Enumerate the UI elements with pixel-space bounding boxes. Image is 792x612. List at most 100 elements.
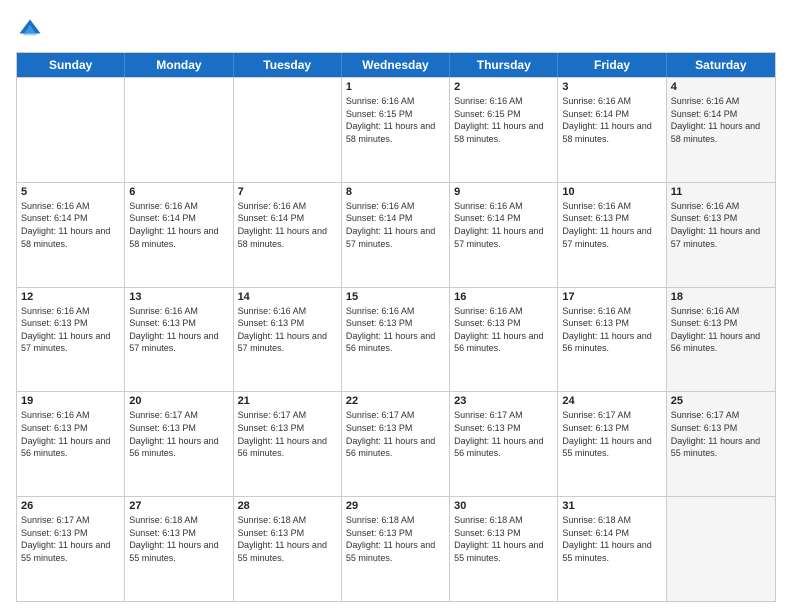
calendar-cell: 20Sunrise: 6:17 AM Sunset: 6:13 PM Dayli… (125, 392, 233, 496)
day-detail: Sunrise: 6:16 AM Sunset: 6:15 PM Dayligh… (346, 95, 445, 145)
calendar-header-cell: Tuesday (234, 53, 342, 77)
day-detail: Sunrise: 6:18 AM Sunset: 6:13 PM Dayligh… (346, 514, 445, 564)
day-detail: Sunrise: 6:16 AM Sunset: 6:14 PM Dayligh… (671, 95, 771, 145)
calendar-cell: 18 Sunrise: 6:16 AM Sunset: 6:13 PM Dayli… (667, 288, 775, 392)
logo (16, 16, 48, 44)
day-number: 4 (671, 81, 771, 93)
day-number: 25 (671, 395, 771, 407)
day-detail: Sunrise: 6:17 AM Sunset: 6:13 PM Dayligh… (238, 409, 337, 459)
calendar-cell (17, 78, 125, 182)
calendar-header-row: SundayMondayTuesdayWednesdayThursdayFrid… (17, 53, 775, 77)
calendar-cell: 22 Sunrise: 6:17 AM Sunset: 6:13 PM Dayli… (342, 392, 450, 496)
calendar-cell: 19Sunrise: 6:16 AM Sunset: 6:13 PM Dayli… (17, 392, 125, 496)
calendar-header-cell: Thursday (450, 53, 558, 77)
day-number: 17 (562, 291, 661, 303)
day-detail: Sunrise: 6:16 AM Sunset: 6:14 PM Dayligh… (21, 200, 120, 250)
calendar-cell: 12 Sunrise: 6:16 AM Sunset: 6:13 PM Dayli… (17, 288, 125, 392)
day-detail: Sunrise: 6:16 AM Sunset: 6:14 PM Dayligh… (129, 200, 228, 250)
calendar-header-cell: Sunday (17, 53, 125, 77)
day-number: 13 (129, 291, 228, 303)
day-number: 7 (238, 186, 337, 198)
calendar-cell: 17 Sunrise: 6:16 AM Sunset: 6:13 PM Dayli… (558, 288, 666, 392)
day-number: 5 (21, 186, 120, 198)
calendar-header-cell: Monday (125, 53, 233, 77)
day-detail: Sunrise: 6:16 AM Sunset: 6:13 PM Dayligh… (671, 305, 771, 355)
day-detail: Sunrise: 6:17 AM Sunset: 6:13 PM Dayligh… (671, 409, 771, 459)
calendar-cell: 10 Sunrise: 6:16 AM Sunset: 6:13 PM Dayli… (558, 183, 666, 287)
day-number: 18 (671, 291, 771, 303)
calendar-row: 1 Sunrise: 6:16 AM Sunset: 6:15 PM Daylig… (17, 77, 775, 182)
day-number: 16 (454, 291, 553, 303)
day-number: 29 (346, 500, 445, 512)
day-detail: Sunrise: 6:16 AM Sunset: 6:13 PM Dayligh… (562, 200, 661, 250)
day-number: 2 (454, 81, 553, 93)
day-detail: Sunrise: 6:16 AM Sunset: 6:14 PM Dayligh… (238, 200, 337, 250)
calendar-cell: 15 Sunrise: 6:16 AM Sunset: 6:13 PM Dayli… (342, 288, 450, 392)
day-number: 27 (129, 500, 228, 512)
calendar-cell (125, 78, 233, 182)
day-number: 22 (346, 395, 445, 407)
calendar-body: 1 Sunrise: 6:16 AM Sunset: 6:15 PM Daylig… (17, 77, 775, 601)
page: SundayMondayTuesdayWednesdayThursdayFrid… (0, 0, 792, 612)
calendar-header-cell: Saturday (667, 53, 775, 77)
calendar-cell: 23 Sunrise: 6:17 AM Sunset: 6:13 PM Dayli… (450, 392, 558, 496)
day-detail: Sunrise: 6:17 AM Sunset: 6:13 PM Dayligh… (562, 409, 661, 459)
calendar-cell: 28 Sunrise: 6:18 AM Sunset: 6:13 PM Dayli… (234, 497, 342, 601)
calendar-header-cell: Wednesday (342, 53, 450, 77)
calendar-cell: 5 Sunrise: 6:16 AM Sunset: 6:14 PM Daylig… (17, 183, 125, 287)
day-detail: Sunrise: 6:17 AM Sunset: 6:13 PM Dayligh… (129, 409, 228, 459)
day-number: 1 (346, 81, 445, 93)
day-detail: Sunrise: 6:16 AM Sunset: 6:13 PM Dayligh… (21, 409, 120, 459)
calendar-cell: 6Sunrise: 6:16 AM Sunset: 6:14 PM Daylig… (125, 183, 233, 287)
logo-icon (16, 16, 44, 44)
day-detail: Sunrise: 6:17 AM Sunset: 6:13 PM Dayligh… (346, 409, 445, 459)
day-detail: Sunrise: 6:16 AM Sunset: 6:13 PM Dayligh… (454, 305, 553, 355)
day-number: 28 (238, 500, 337, 512)
calendar-cell: 7 Sunrise: 6:16 AM Sunset: 6:14 PM Daylig… (234, 183, 342, 287)
day-detail: Sunrise: 6:18 AM Sunset: 6:13 PM Dayligh… (238, 514, 337, 564)
day-detail: Sunrise: 6:16 AM Sunset: 6:15 PM Dayligh… (454, 95, 553, 145)
day-number: 15 (346, 291, 445, 303)
calendar-cell: 30 Sunrise: 6:18 AM Sunset: 6:13 PM Dayli… (450, 497, 558, 601)
calendar-cell: 26Sunrise: 6:17 AM Sunset: 6:13 PM Dayli… (17, 497, 125, 601)
day-number: 9 (454, 186, 553, 198)
calendar-cell: 13 Sunrise: 6:16 AM Sunset: 6:13 PM Dayli… (125, 288, 233, 392)
day-detail: Sunrise: 6:16 AM Sunset: 6:13 PM Dayligh… (21, 305, 120, 355)
calendar-cell: 4 Sunrise: 6:16 AM Sunset: 6:14 PM Daylig… (667, 78, 775, 182)
day-detail: Sunrise: 6:16 AM Sunset: 6:14 PM Dayligh… (346, 200, 445, 250)
calendar-cell: 14 Sunrise: 6:16 AM Sunset: 6:13 PM Dayli… (234, 288, 342, 392)
calendar-cell (667, 497, 775, 601)
calendar-cell: 1 Sunrise: 6:16 AM Sunset: 6:15 PM Daylig… (342, 78, 450, 182)
calendar-header-cell: Friday (558, 53, 666, 77)
day-detail: Sunrise: 6:16 AM Sunset: 6:14 PM Dayligh… (562, 95, 661, 145)
calendar-row: 26Sunrise: 6:17 AM Sunset: 6:13 PM Dayli… (17, 496, 775, 601)
day-detail: Sunrise: 6:18 AM Sunset: 6:13 PM Dayligh… (129, 514, 228, 564)
day-number: 14 (238, 291, 337, 303)
day-number: 31 (562, 500, 661, 512)
day-number: 24 (562, 395, 661, 407)
day-detail: Sunrise: 6:16 AM Sunset: 6:13 PM Dayligh… (346, 305, 445, 355)
calendar-cell: 29 Sunrise: 6:18 AM Sunset: 6:13 PM Dayli… (342, 497, 450, 601)
day-detail: Sunrise: 6:16 AM Sunset: 6:13 PM Dayligh… (671, 200, 771, 250)
day-detail: Sunrise: 6:17 AM Sunset: 6:13 PM Dayligh… (454, 409, 553, 459)
day-detail: Sunrise: 6:16 AM Sunset: 6:13 PM Dayligh… (562, 305, 661, 355)
calendar-row: 5 Sunrise: 6:16 AM Sunset: 6:14 PM Daylig… (17, 182, 775, 287)
day-detail: Sunrise: 6:16 AM Sunset: 6:13 PM Dayligh… (238, 305, 337, 355)
day-detail: Sunrise: 6:17 AM Sunset: 6:13 PM Dayligh… (21, 514, 120, 564)
day-number: 23 (454, 395, 553, 407)
calendar-row: 12 Sunrise: 6:16 AM Sunset: 6:13 PM Dayli… (17, 287, 775, 392)
day-number: 8 (346, 186, 445, 198)
day-number: 21 (238, 395, 337, 407)
calendar-cell: 27 Sunrise: 6:18 AM Sunset: 6:13 PM Dayli… (125, 497, 233, 601)
day-number: 10 (562, 186, 661, 198)
day-number: 12 (21, 291, 120, 303)
calendar-row: 19Sunrise: 6:16 AM Sunset: 6:13 PM Dayli… (17, 391, 775, 496)
calendar-cell: 11 Sunrise: 6:16 AM Sunset: 6:13 PM Dayli… (667, 183, 775, 287)
day-detail: Sunrise: 6:16 AM Sunset: 6:13 PM Dayligh… (129, 305, 228, 355)
calendar-cell: 2 Sunrise: 6:16 AM Sunset: 6:15 PM Daylig… (450, 78, 558, 182)
day-number: 30 (454, 500, 553, 512)
day-detail: Sunrise: 6:18 AM Sunset: 6:13 PM Dayligh… (454, 514, 553, 564)
day-number: 11 (671, 186, 771, 198)
calendar-cell (234, 78, 342, 182)
calendar-cell: 21 Sunrise: 6:17 AM Sunset: 6:13 PM Dayli… (234, 392, 342, 496)
